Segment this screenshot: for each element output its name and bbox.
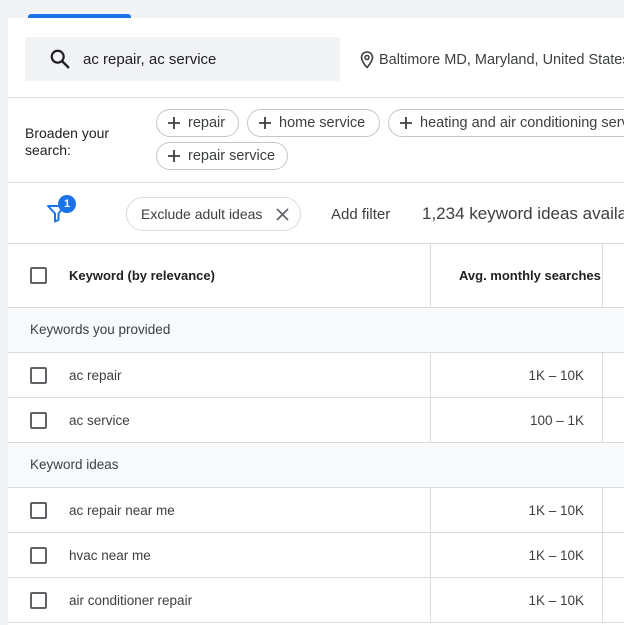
add-filter-button[interactable]: Add filter: [331, 206, 390, 223]
column-divider: [430, 533, 431, 578]
search-icon: [50, 49, 70, 69]
row-checkbox[interactable]: [30, 367, 47, 384]
table-row: ac repair near me 1K – 10K: [8, 488, 624, 533]
column-header-keyword[interactable]: Keyword (by relevance): [69, 268, 215, 283]
select-all-checkbox[interactable]: [30, 267, 47, 284]
broaden-chip-home-service[interactable]: home service: [247, 109, 380, 137]
plus-icon: [259, 117, 271, 129]
keyword-cell: hvac near me: [69, 548, 151, 563]
table-row: ac service 100 – 1K: [8, 398, 624, 443]
avg-monthly-searches-cell: 1K – 10K: [528, 503, 584, 518]
keyword-cell: ac service: [69, 413, 130, 428]
plus-icon: [168, 117, 180, 129]
column-divider: [430, 398, 431, 443]
column-divider: [602, 578, 603, 623]
close-icon[interactable]: [275, 207, 290, 222]
table-row: air conditioner repair 1K – 10K: [8, 578, 624, 623]
avg-monthly-searches-cell: 1K – 10K: [528, 368, 584, 383]
search-query-text: ac repair, ac service: [83, 51, 217, 68]
row-checkbox[interactable]: [30, 547, 47, 564]
tab-strip: [0, 0, 624, 18]
row-checkbox[interactable]: [30, 412, 47, 429]
avg-monthly-searches-cell: 1K – 10K: [528, 593, 584, 608]
row-checkbox[interactable]: [30, 592, 47, 609]
row-checkbox[interactable]: [30, 502, 47, 519]
broaden-chip-repair[interactable]: repair: [156, 109, 239, 137]
keyword-planner-page: ac repair, ac service Baltimore MD, Mary…: [0, 0, 624, 625]
column-header-avg-monthly-searches[interactable]: Avg. monthly searches: [459, 268, 601, 283]
filter-row: 1 Exclude adult ideas Add filter 1,234 k…: [8, 183, 624, 244]
keyword-cell: air conditioner repair: [69, 593, 193, 608]
broaden-chip-repair-service[interactable]: repair service: [156, 142, 288, 170]
search-input[interactable]: ac repair, ac service: [25, 37, 340, 81]
exclude-adult-ideas-label: Exclude adult ideas: [141, 206, 263, 222]
exclude-adult-ideas-chip[interactable]: Exclude adult ideas: [126, 197, 301, 231]
table-row: hvac near me 1K – 10K: [8, 533, 624, 578]
column-divider: [430, 488, 431, 533]
broaden-chip-label: home service: [279, 115, 366, 131]
location-pin-icon: [360, 51, 374, 69]
group-label: Keyword ideas: [30, 457, 119, 472]
column-divider: [602, 244, 603, 308]
broaden-search-row: Broaden your search: repair home service…: [8, 98, 624, 183]
plus-icon: [168, 150, 180, 162]
search-row: ac repair, ac service Baltimore MD, Mary…: [8, 18, 624, 98]
column-divider: [430, 244, 431, 308]
broaden-chip-label: heating and air conditioning service: [420, 115, 624, 131]
column-divider: [430, 353, 431, 398]
broaden-search-label: Broaden your search:: [25, 125, 110, 158]
group-header-keywords-you-provided: Keywords you provided: [8, 308, 624, 353]
avg-monthly-searches-cell: 1K – 10K: [528, 548, 584, 563]
table-row: ac repair 1K – 10K: [8, 353, 624, 398]
keyword-cell: ac repair near me: [69, 503, 175, 518]
location-text: Baltimore MD, Maryland, United States: [379, 52, 624, 68]
column-divider: [602, 488, 603, 533]
avg-monthly-searches-cell: 100 – 1K: [529, 413, 584, 428]
column-divider: [602, 353, 603, 398]
active-filter-count-badge: 1: [58, 195, 76, 213]
plus-icon: [400, 117, 412, 129]
group-label: Keywords you provided: [30, 322, 171, 337]
broaden-chip-label: repair: [188, 115, 226, 131]
keyword-cell: ac repair: [69, 368, 122, 383]
column-divider: [430, 578, 431, 623]
broaden-chip-label: repair service: [188, 148, 276, 164]
column-divider: [602, 398, 603, 443]
table-header: Keyword (by relevance) Avg. monthly sear…: [8, 244, 624, 308]
keyword-ideas-card: ac repair, ac service Baltimore MD, Mary…: [8, 18, 624, 625]
column-divider: [602, 533, 603, 578]
broaden-chip-heating-and-air-conditioning-service[interactable]: heating and air conditioning service: [388, 109, 624, 137]
keyword-ideas-count: 1,234 keyword ideas available: [422, 204, 624, 223]
group-header-keyword-ideas: Keyword ideas: [8, 443, 624, 488]
